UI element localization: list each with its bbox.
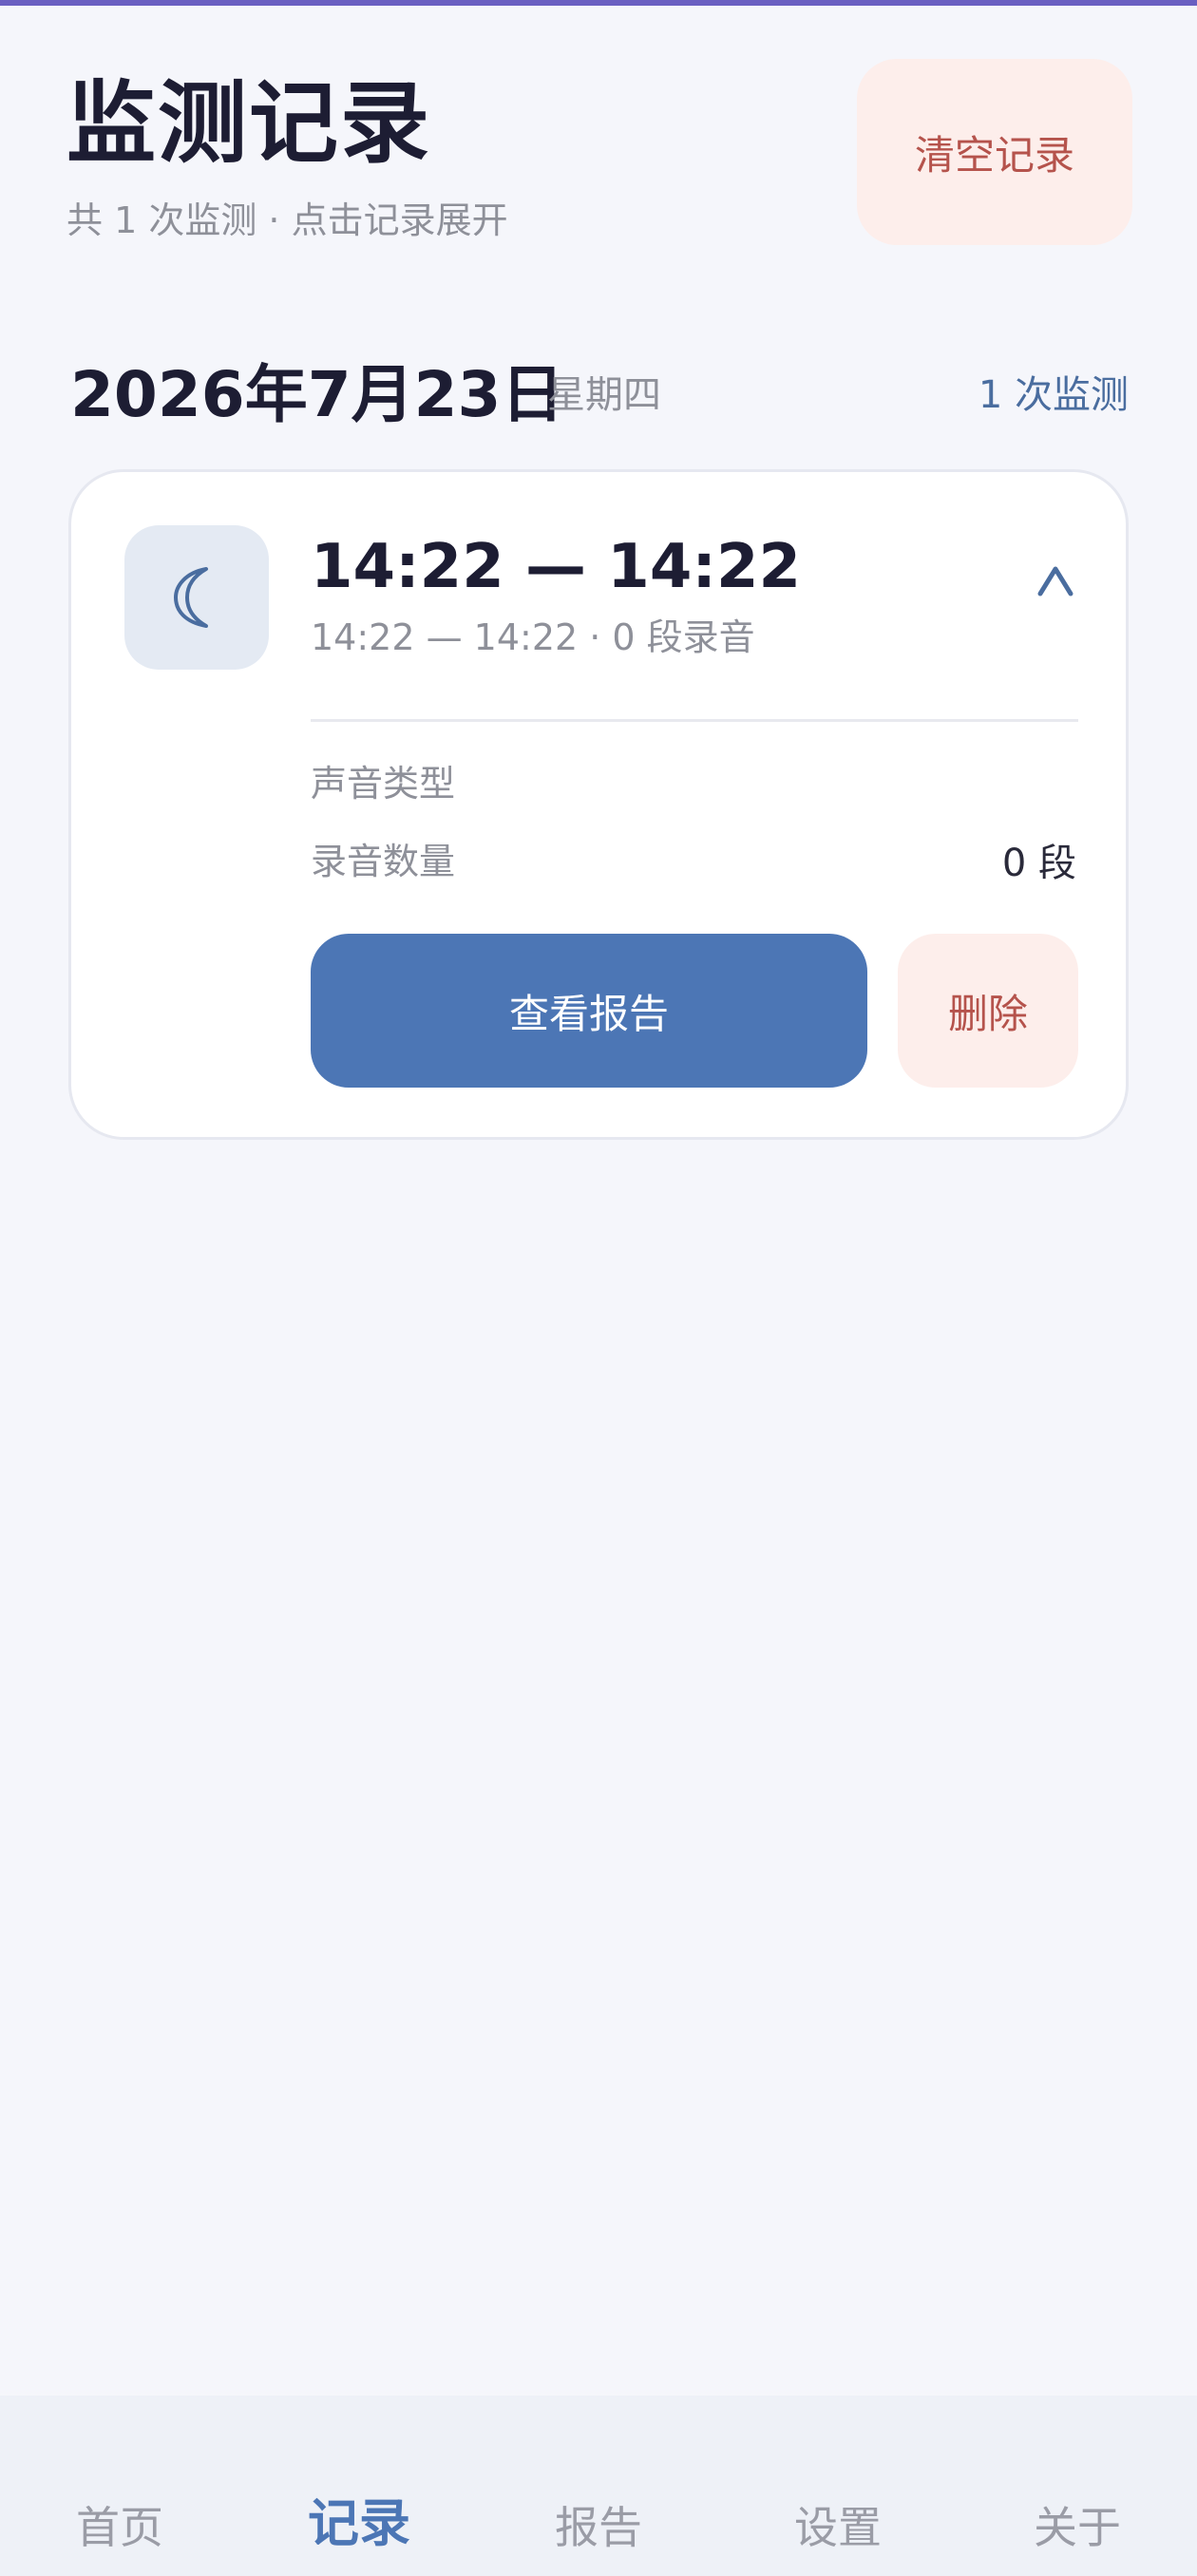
chevron-up-icon[interactable] xyxy=(1029,554,1082,607)
record-time-range: 14:22 — 14:22 xyxy=(311,532,801,602)
date-group-weekday: 星期四 xyxy=(547,373,661,417)
record-meta: 14:22 — 14:22 · 0 段录音 xyxy=(311,616,755,658)
date-group-date: 2026年7月23日 xyxy=(70,358,564,431)
nav-item-records[interactable]: 记录 xyxy=(283,2491,435,2557)
top-accent-bar xyxy=(0,0,1197,6)
record-card[interactable]: 14:22 — 14:22 14:22 — 14:22 · 0 段录音 声音类型… xyxy=(68,469,1129,1140)
card-divider xyxy=(311,719,1078,722)
page-title: 监测记录 xyxy=(66,72,432,176)
date-group-count: 1 次监测 xyxy=(978,373,1129,417)
nav-item-home[interactable]: 首页 xyxy=(44,2494,196,2561)
nav-item-settings[interactable]: 设置 xyxy=(762,2494,914,2561)
clear-records-button[interactable]: 清空记录 xyxy=(857,59,1132,245)
page-subtitle: 共 1 次监测 · 点击记录展开 xyxy=(66,199,508,241)
view-report-button[interactable]: 查看报告 xyxy=(311,934,867,1088)
nav-item-reports[interactable]: 报告 xyxy=(522,2494,674,2561)
recording-count-value: 0 段 xyxy=(1001,842,1076,885)
nav-item-about[interactable]: 关于 xyxy=(1001,2494,1153,2561)
recording-count-label: 录音数量 xyxy=(311,841,456,882)
moon-icon xyxy=(124,525,269,670)
delete-record-button[interactable]: 删除 xyxy=(898,934,1078,1088)
sound-type-label: 声音类型 xyxy=(311,763,456,805)
bottom-nav: 首页 记录 报告 设置 关于 xyxy=(0,2396,1197,2576)
